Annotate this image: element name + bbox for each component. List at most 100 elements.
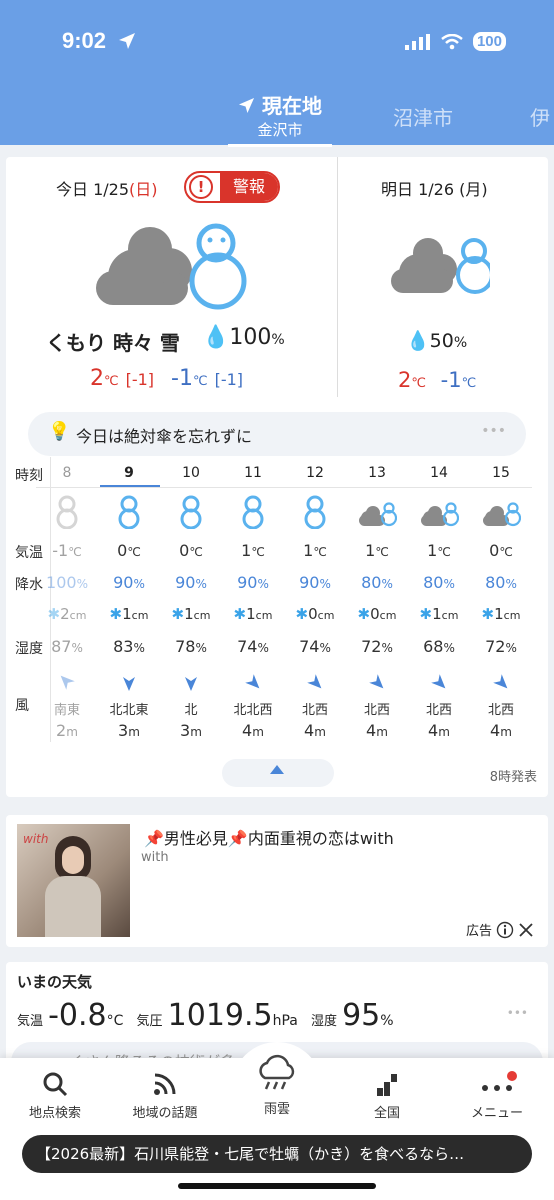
snowflake-icon: ✱ bbox=[109, 605, 123, 623]
hour-column[interactable]: 9 0℃ 90% ✱1cm 83% 北北東 3m bbox=[98, 457, 160, 747]
hour-pop: 80 bbox=[485, 573, 506, 592]
current-temp: -0.8 bbox=[48, 998, 107, 1033]
more-dots-icon[interactable]: ••• bbox=[481, 423, 506, 439]
wind-speed: 4 bbox=[366, 721, 377, 740]
hour-humidity-cell: 74% bbox=[222, 637, 284, 656]
hour-humidity: 74 bbox=[299, 637, 320, 656]
hour-humidity-cell: 87% bbox=[36, 637, 98, 656]
umbrella-tip-text: 今日は絶対傘を忘れずに bbox=[76, 427, 253, 446]
hour-pop: 80 bbox=[361, 573, 382, 592]
location-arrow-icon bbox=[119, 33, 135, 49]
today-condition: くもり 時々 雪 bbox=[46, 331, 180, 355]
wind-speed-unit: m bbox=[376, 725, 388, 739]
cloud-snow-icon bbox=[408, 499, 470, 533]
hour-wind-speed-cell: 3m bbox=[98, 721, 160, 740]
hour-humidity-cell: 78% bbox=[160, 637, 222, 656]
search-icon bbox=[43, 1072, 68, 1097]
hour-snow-unit: cm bbox=[441, 609, 459, 622]
hour-temp: 0 bbox=[117, 541, 128, 560]
rain-cloud-icon bbox=[259, 1054, 295, 1090]
hour-snow: 1 bbox=[246, 605, 256, 623]
wind-arrow-icon bbox=[160, 672, 222, 692]
nav-local-topics[interactable]: 地域の話題 bbox=[120, 1070, 210, 1121]
hour-pop-unit: % bbox=[257, 577, 269, 591]
hour-pop-cell: 90% bbox=[222, 573, 284, 592]
hour-snow-cell: ✱0cm bbox=[284, 605, 346, 623]
hour-snow-unit: cm bbox=[379, 609, 397, 622]
hour-wind-speed-cell: 4m bbox=[284, 721, 346, 740]
umbrella-tip[interactable]: 💡 今日は絶対傘を忘れずに ••• bbox=[28, 412, 526, 456]
hour-divider bbox=[346, 487, 408, 488]
ad-info-icon[interactable] bbox=[496, 921, 514, 939]
snowman-icon bbox=[222, 495, 284, 533]
hour-temp: 0 bbox=[179, 541, 190, 560]
hour-humidity: 72 bbox=[361, 637, 382, 656]
hour-divider bbox=[470, 487, 532, 488]
status-bar: 9:02 100 bbox=[0, 28, 554, 58]
tab-next-location[interactable]: 伊 bbox=[530, 102, 550, 131]
ad-image[interactable]: with bbox=[17, 824, 130, 937]
day-divider bbox=[337, 157, 338, 397]
more-dots-icon[interactable]: ••• bbox=[507, 1006, 528, 1020]
hour-divider bbox=[98, 487, 160, 488]
hour-humidity-cell: 83% bbox=[98, 637, 160, 656]
collapse-button[interactable] bbox=[222, 759, 334, 787]
hour-temp-unit: ℃ bbox=[127, 545, 141, 559]
ad-title[interactable]: 📌男性必見📌内面重視の恋はwith bbox=[144, 825, 394, 849]
wind-speed-unit: m bbox=[190, 725, 202, 739]
hour-wind-dir-cell: 北西 bbox=[346, 699, 408, 718]
current-location-label: 現在地 bbox=[261, 94, 322, 118]
wind-arrow-icon bbox=[98, 672, 160, 692]
hour-snow-unit: cm bbox=[69, 609, 87, 622]
hour-column[interactable]: 15 0℃ 80% ✱1cm 72% 北西 4m bbox=[470, 457, 532, 747]
nav-rain-radar[interactable]: 雨雲 bbox=[232, 1054, 322, 1117]
hour-wind-dir-cell: 北西 bbox=[408, 699, 470, 718]
hour-humidity-unit: % bbox=[195, 641, 207, 655]
hour-temp-cell: 0℃ bbox=[160, 541, 222, 560]
warning-badge[interactable]: ! 警報 bbox=[184, 171, 280, 203]
app-header: 9:02 100 現在地 金沢市 沼津市 伊 bbox=[0, 0, 554, 147]
nav-rain-radar-label: 雨雲 bbox=[263, 1102, 290, 1117]
current-weather-title: いまの天気 bbox=[17, 973, 93, 991]
ad-card[interactable]: with 📌男性必見📌内面重視の恋はwith with 広告 bbox=[6, 815, 548, 947]
hour-column[interactable]: 10 0℃ 90% ✱1cm 78% 北 3m bbox=[160, 457, 222, 747]
tab-current-location[interactable]: 現在地 金沢市 bbox=[228, 90, 332, 147]
battery-level: 100 bbox=[472, 32, 506, 51]
hour-column[interactable]: 12 1℃ 90% ✱0cm 74% 北西 4m bbox=[284, 457, 346, 747]
hour-temp-cell: 1℃ bbox=[284, 541, 346, 560]
hour-snow: 1 bbox=[122, 605, 132, 623]
hour-pop-cell: 90% bbox=[160, 573, 222, 592]
wind-direction: 北 bbox=[184, 703, 198, 718]
hour-snow-cell: ✱1cm bbox=[160, 605, 222, 623]
hour-column[interactable]: 11 1℃ 90% ✱1cm 74% 北北西 4m bbox=[222, 457, 284, 747]
tomorrow-high: 2℃ bbox=[398, 368, 426, 392]
hour-pop-unit: % bbox=[381, 577, 393, 591]
nav-search[interactable]: 地点検索 bbox=[10, 1070, 100, 1121]
cloud-snow-icon bbox=[391, 238, 490, 294]
hour-pop: 90 bbox=[299, 573, 320, 592]
snowflake-icon: ✱ bbox=[171, 605, 185, 623]
tab-numazu[interactable]: 沼津市 bbox=[393, 102, 453, 131]
hour-column[interactable]: 14 1℃ 80% ✱1cm 68% 北西 4m bbox=[408, 457, 470, 747]
wind-speed-unit: m bbox=[314, 725, 326, 739]
hour-wind-speed-cell: 4m bbox=[346, 721, 408, 740]
ad-close-icon[interactable] bbox=[518, 922, 534, 938]
hour-column[interactable]: 8 -1℃ 100% ✱2cm 87% 南東 2m bbox=[36, 457, 98, 747]
nav-nationwide[interactable]: 全国 bbox=[342, 1070, 432, 1121]
snowman-icon bbox=[98, 495, 160, 533]
hour-humidity-cell: 68% bbox=[408, 637, 470, 656]
hour-column[interactable]: 13 1℃ 80% ✱0cm 72% 北西 4m bbox=[346, 457, 408, 747]
hour-temp-unit: ℃ bbox=[437, 545, 451, 559]
warning-label: 警報 bbox=[220, 173, 278, 201]
wind-speed-unit: m bbox=[438, 725, 450, 739]
hour-label: 12 bbox=[306, 465, 324, 481]
nav-menu[interactable]: メニュー bbox=[452, 1070, 542, 1121]
hour-temp-unit: ℃ bbox=[499, 545, 513, 559]
news-ticker[interactable]: 【2026最新】石川県能登・七尾で牡蠣（かき）を食べるなら… bbox=[22, 1135, 532, 1173]
ad-person-body bbox=[45, 876, 101, 937]
hour-snow-cell: ✱2cm bbox=[36, 605, 98, 623]
hour-snow-cell: ✱1cm bbox=[408, 605, 470, 623]
hour-snow-unit: cm bbox=[255, 609, 273, 622]
hour-pop-cell: 90% bbox=[284, 573, 346, 592]
tomorrow-date: 明日 1/26 (月) bbox=[381, 180, 488, 199]
